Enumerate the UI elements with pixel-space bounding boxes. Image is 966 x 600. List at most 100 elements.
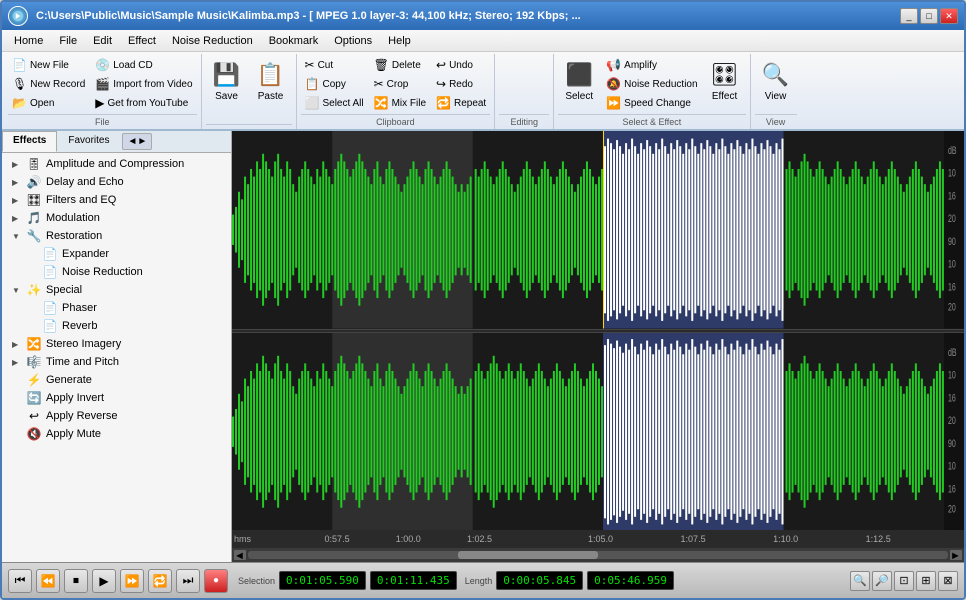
cut-button[interactable]: ✂ Cut <box>301 56 368 74</box>
loop-button[interactable]: 🔁 <box>148 569 172 593</box>
view-button[interactable]: 🔍 View <box>755 56 797 105</box>
file-group-content: 📄 New File 🎙 New Record 📂 Open 💿 <box>8 56 197 112</box>
import-video-button[interactable]: 🎬 Import from Video <box>91 75 196 93</box>
redo-button[interactable]: ↪ Redo <box>432 75 490 93</box>
time-pitch-arrow: ▶ <box>12 358 22 367</box>
zoom-out-button[interactable]: 🔎 <box>872 571 892 591</box>
noise-icon: 📄 <box>42 265 58 279</box>
get-youtube-button[interactable]: ▶ Get from YouTube <box>91 94 196 112</box>
scrollbar-track[interactable] <box>248 551 948 559</box>
menu-help[interactable]: Help <box>380 33 419 49</box>
mix-file-button[interactable]: 🔀 Mix File <box>370 94 430 112</box>
tree-special[interactable]: ▼ ✨ Special <box>4 281 229 299</box>
delete-button[interactable]: 🗑 Delete <box>370 56 430 74</box>
view-icon: 🔍 <box>760 59 792 91</box>
play-button[interactable]: ▶ <box>92 569 116 593</box>
rewind-button[interactable]: ⏪ <box>36 569 60 593</box>
tree-apply-invert[interactable]: 🔄 Apply Invert <box>4 389 229 407</box>
select-button[interactable]: ⬛ Select <box>558 56 600 105</box>
amplitude-arrow: ▶ <box>12 160 22 169</box>
speed-change-label: Speed Change <box>624 98 691 109</box>
svg-text:20: 20 <box>948 502 956 514</box>
undo-button[interactable]: ↩ Undo <box>432 56 490 74</box>
paste-button[interactable]: 📋 Paste <box>250 56 292 105</box>
menu-edit[interactable]: Edit <box>85 33 120 49</box>
menu-bookmark[interactable]: Bookmark <box>261 33 327 49</box>
close-button[interactable]: ✕ <box>940 8 958 24</box>
delay-label: Delay and Echo <box>46 176 124 188</box>
save-button[interactable]: 💾 Save <box>206 56 248 105</box>
zoom-select-button[interactable]: ⊞ <box>916 571 936 591</box>
redo-icon: ↪ <box>436 77 446 91</box>
open-button[interactable]: 📂 Open <box>8 94 89 112</box>
new-record-icon: 🎙 <box>12 77 27 91</box>
lower-track[interactable]: dB 10 16 20 90 10 16 20 <box>232 333 964 531</box>
record-button[interactable]: ● <box>204 569 228 593</box>
zoom-reset-button[interactable]: ⊠ <box>938 571 958 591</box>
scroll-left-btn[interactable]: ◄ <box>234 550 246 560</box>
select-col: 📢 Amplify 🔕 Noise Reduction ⏩ Speed Chan… <box>602 56 701 112</box>
maximize-button[interactable]: □ <box>920 8 938 24</box>
tree-stereo[interactable]: ▶ 🔀 Stereo Imagery <box>4 335 229 353</box>
scrollbar-thumb[interactable] <box>458 551 598 559</box>
fast-forward-button[interactable]: ⏩ <box>120 569 144 593</box>
effect-button[interactable]: 🎛 Effect <box>704 56 746 105</box>
tree-amplitude[interactable]: ▶ 🎚 Amplitude and Compression <box>4 155 229 173</box>
effects-tab[interactable]: Effects <box>2 131 57 152</box>
repeat-button[interactable]: 🔁 Repeat <box>432 94 490 112</box>
crop-button[interactable]: ✂ Crop <box>370 75 430 93</box>
favorites-tab[interactable]: Favorites <box>57 131 120 152</box>
transport-bar: ⏮ ⏪ ⏹ ▶ ⏩ 🔁 ⏭ ● Selection 0:01:05.590 0:… <box>2 562 964 598</box>
tree-noise-reduction[interactable]: 📄 Noise Reduction <box>4 263 229 281</box>
tree-expander[interactable]: 📄 Expander <box>4 245 229 263</box>
tree-time-pitch[interactable]: ▶ 🎼 Time and Pitch <box>4 353 229 371</box>
menu-home[interactable]: Home <box>6 33 51 49</box>
undo-label: Undo <box>449 60 473 71</box>
amplify-button[interactable]: 📢 Amplify <box>602 56 701 74</box>
tree-modulation[interactable]: ▶ 🎵 Modulation <box>4 209 229 227</box>
copy-button[interactable]: 📋 Copy <box>301 75 368 93</box>
menu-effect[interactable]: Effect <box>120 33 164 49</box>
menu-noise-reduction[interactable]: Noise Reduction <box>164 33 261 49</box>
modulation-icon: 🎵 <box>26 211 42 225</box>
undo-icon: ↩ <box>436 58 446 72</box>
tree-restoration[interactable]: ▼ 🔧 Restoration <box>4 227 229 245</box>
zoom-fit-button[interactable]: ⊡ <box>894 571 914 591</box>
sidebar-toggle-btn[interactable]: ◄► <box>122 133 152 150</box>
tree-filters[interactable]: ▶ 🎛 Filters and EQ <box>4 191 229 209</box>
reverb-label: Reverb <box>62 320 97 332</box>
upper-track[interactable]: dB 10 16 20 90 10 16 20 <box>232 131 964 329</box>
menu-options[interactable]: Options <box>326 33 380 49</box>
main-content: Effects Favorites ◄► ▶ 🎚 Amplitude and C… <box>2 131 964 562</box>
tree-phaser[interactable]: 📄 Phaser <box>4 299 229 317</box>
next-button[interactable]: ⏭ <box>176 569 200 593</box>
tree-apply-mute[interactable]: 🔇 Apply Mute <box>4 425 229 443</box>
new-record-button[interactable]: 🎙 New Record <box>8 75 89 93</box>
tree-generate[interactable]: ⚡ Generate <box>4 371 229 389</box>
tree-reverb[interactable]: 📄 Reverb <box>4 317 229 335</box>
amplify-label: Amplify <box>624 60 657 71</box>
select-label: Select <box>565 91 593 102</box>
view-label: View <box>765 91 787 102</box>
effect-icon: 🎛 <box>709 59 741 91</box>
tree-delay[interactable]: ▶ 🔊 Delay and Echo <box>4 173 229 191</box>
effects-tree: ▶ 🎚 Amplitude and Compression ▶ 🔊 Delay … <box>2 153 231 562</box>
phaser-label: Phaser <box>62 302 97 314</box>
load-cd-button[interactable]: 💿 Load CD <box>91 56 196 74</box>
scroll-right-btn[interactable]: ► <box>950 550 962 560</box>
stop-button[interactable]: ⏹ <box>64 569 88 593</box>
new-file-button[interactable]: 📄 New File <box>8 56 89 74</box>
tree-apply-reverse[interactable]: ↩ Apply Reverse <box>4 407 229 425</box>
save-icon: 💾 <box>211 59 243 91</box>
menu-file[interactable]: File <box>51 33 85 49</box>
special-icon: ✨ <box>26 283 42 297</box>
apply-mute-label: Apply Mute <box>46 428 101 440</box>
minimize-button[interactable]: _ <box>900 8 918 24</box>
skip-back-button[interactable]: ⏮ <box>8 569 32 593</box>
amplitude-label: Amplitude and Compression <box>46 158 184 170</box>
zoom-in-button[interactable]: 🔍 <box>850 571 870 591</box>
noise-reduction-button[interactable]: 🔕 Noise Reduction <box>602 75 701 93</box>
stereo-icon: 🔀 <box>26 337 42 351</box>
speed-change-button[interactable]: ⏩ Speed Change <box>602 94 701 112</box>
select-all-button[interactable]: ⬜ Select All <box>301 94 368 112</box>
